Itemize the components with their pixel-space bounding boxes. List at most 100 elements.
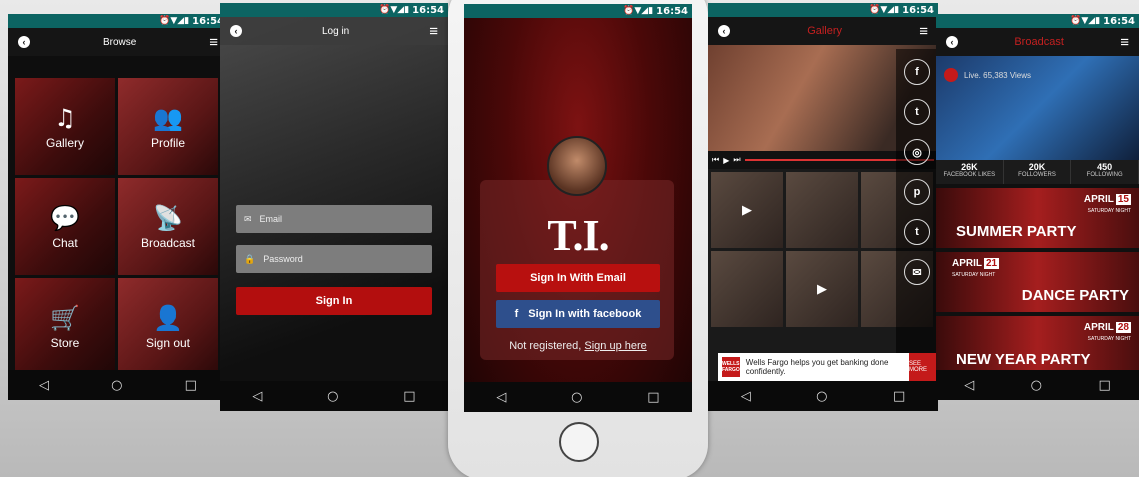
broadcast-screen: ⏰▼◢▮ 16:54 ‹ Broadcast ≡ Live. 65,383 Vie… — [936, 14, 1139, 400]
facebook-icon: f — [514, 308, 519, 320]
forward-icon[interactable]: ⏭ — [733, 155, 740, 165]
home-button[interactable] — [559, 422, 599, 462]
status-time: 16:54 — [902, 4, 934, 16]
tile-broadcast[interactable]: 📡 Broadcast — [118, 178, 218, 275]
status-bar: ⏰▼◢▮ 16:54 — [220, 3, 448, 17]
tile-label: Store — [50, 335, 80, 350]
event-month: APRIL — [1083, 322, 1114, 333]
nav-home-icon[interactable]: ○ — [816, 389, 827, 404]
twitter-icon[interactable]: t — [904, 99, 930, 125]
live-views: Live. 65,383 Views — [964, 70, 1032, 80]
instagram-icon[interactable]: ◎ — [904, 139, 930, 165]
stat-value: 20K — [1028, 162, 1046, 172]
gallery-screen: ⏰▼◢▮ 16:54 ‹ Gallery ≡ ⏮ ▶ ⏭ ▶ ▶ f t ◎ p t … — [708, 3, 938, 411]
stat-label: FOLLOWING — [1086, 172, 1123, 178]
nav-home-icon[interactable]: ○ — [1031, 378, 1042, 393]
splash-screen: ⏰▼◢▮ 16:54 T.I. Sign In With Email f Sign … — [464, 4, 692, 412]
sign-in-email-button[interactable]: Sign In With Email — [496, 264, 660, 292]
nav-back-icon[interactable]: ◁ — [252, 389, 262, 404]
tile-store[interactable]: 🛒 Store — [15, 278, 115, 375]
facebook-icon[interactable]: f — [904, 59, 930, 85]
status-bar: ⏰▼◢▮ 16:54 — [8, 14, 228, 28]
user-circle-icon: 👤 — [153, 303, 183, 332]
users-icon: 👥 — [153, 103, 183, 132]
ad-see-more-button[interactable]: SEE MORE — [909, 353, 938, 381]
email-field[interactable]: ✉ Email — [236, 205, 432, 233]
back-icon[interactable]: ‹ — [946, 36, 958, 48]
gallery-thumb[interactable] — [786, 172, 858, 248]
stat-following: 450 FOLLOWING — [1071, 160, 1139, 184]
event-name: NEW YEAR PARTY — [956, 351, 1091, 368]
menu-icon[interactable]: ≡ — [1120, 35, 1129, 50]
tile-profile[interactable]: 👥 Profile — [118, 78, 218, 175]
broadcast-icon — [944, 68, 958, 82]
event-card[interactable]: APRIL 28 SATURDAY NIGHT NEW YEAR PARTY — [936, 316, 1139, 376]
login-screen: ⏰▼◢▮ 16:54 ‹ Log in ≡ ✉ Email 🔒 Password Si… — [220, 3, 448, 411]
sign-up-link[interactable]: Sign up here — [584, 340, 646, 352]
event-card[interactable]: APRIL 15 SATURDAY NIGHT SUMMER PARTY — [936, 188, 1139, 248]
stat-facebook-likes: 26K FACEBOOK LIKES — [936, 160, 1004, 184]
nav-home-icon[interactable]: ○ — [327, 389, 338, 404]
event-card[interactable]: APRIL 21 SATURDAY NIGHT DANCE PARTY — [936, 252, 1139, 312]
not-registered-text: Not registered, — [509, 340, 582, 352]
android-navbar: ◁ ○ □ — [8, 370, 228, 400]
mail-icon[interactable]: ✉ — [904, 259, 930, 285]
stat-label: FACEBOOK LIKES — [943, 172, 996, 178]
rewind-icon[interactable]: ⏮ — [712, 155, 719, 165]
event-date: APRIL 21 — [952, 258, 1000, 269]
ad-logo: WELLS FARGO — [722, 357, 740, 377]
nav-back-icon[interactable]: ◁ — [496, 390, 506, 405]
tile-label: Broadcast — [140, 235, 196, 250]
nav-recent-icon[interactable]: □ — [403, 389, 415, 404]
gallery-thumb[interactable]: ▶ — [711, 172, 783, 248]
status-time: 16:54 — [412, 4, 444, 16]
stat-label: FOLLOWERS — [1018, 172, 1056, 178]
ad-banner[interactable]: WELLS FARGO Wells Fargo helps you get ba… — [718, 353, 938, 381]
menu-icon[interactable]: ≡ — [919, 24, 928, 39]
tumblr-icon[interactable]: t — [904, 219, 930, 245]
nav-recent-icon[interactable]: □ — [893, 389, 905, 404]
tile-gallery[interactable]: ♫ Gallery — [15, 78, 115, 175]
lock-icon: 🔒 — [244, 253, 256, 264]
play-icon[interactable]: ▶ — [723, 156, 729, 165]
gallery-thumb[interactable] — [711, 251, 783, 327]
nav-back-icon[interactable]: ◁ — [39, 378, 49, 393]
sign-in-button[interactable]: Sign In — [236, 287, 432, 315]
password-field[interactable]: 🔒 Password — [236, 245, 432, 273]
tile-label: Profile — [150, 135, 185, 150]
event-sub: SATURDAY NIGHT — [1087, 336, 1131, 342]
back-icon[interactable]: ‹ — [18, 36, 30, 48]
menu-icon[interactable]: ≡ — [209, 35, 218, 50]
facebook-label: Sign In with facebook — [528, 308, 642, 320]
gallery-thumb[interactable]: ▶ — [786, 251, 858, 327]
nav-back-icon[interactable]: ◁ — [964, 378, 974, 393]
event-month: APRIL — [952, 258, 982, 269]
status-bar: ⏰▼◢▮ 16:54 — [464, 4, 692, 18]
nav-home-icon[interactable]: ○ — [111, 378, 122, 393]
back-icon[interactable]: ‹ — [718, 25, 730, 37]
stat-value: 450 — [1097, 162, 1113, 172]
nav-recent-icon[interactable]: □ — [185, 378, 197, 393]
status-icons: ⏰▼◢▮ — [1070, 16, 1101, 26]
event-day: 21 — [984, 258, 1000, 269]
pinterest-icon[interactable]: p — [904, 179, 930, 205]
nav-recent-icon[interactable]: □ — [647, 390, 659, 405]
sign-in-facebook-button[interactable]: f Sign In with facebook — [496, 300, 660, 328]
page-title: Broadcast — [1014, 36, 1064, 48]
page-title: Browse — [102, 36, 137, 48]
nav-home-icon[interactable]: ○ — [571, 390, 582, 405]
tile-sign-out[interactable]: 👤 Sign out — [118, 278, 218, 375]
nav-back-icon[interactable]: ◁ — [741, 389, 751, 404]
live-stream-preview[interactable]: Live. 65,383 Views — [936, 56, 1139, 160]
app-logo: T.I. — [547, 211, 609, 260]
nav-recent-icon[interactable]: □ — [1098, 378, 1110, 393]
status-time: 16:54 — [1103, 15, 1135, 27]
menu-icon[interactable]: ≡ — [429, 24, 438, 39]
back-icon[interactable]: ‹ — [230, 25, 242, 37]
android-navbar: ◁ ○ □ — [708, 381, 938, 411]
android-navbar: ◁ ○ □ — [464, 382, 692, 412]
browse-grid: ♫ Gallery 👥 Profile 💬 Chat 📡 Broadcast 🛒 Stor… — [8, 56, 228, 375]
music-note-icon: ♫ — [54, 103, 76, 132]
chat-icon: 💬 — [50, 203, 80, 232]
tile-chat[interactable]: 💬 Chat — [15, 178, 115, 275]
